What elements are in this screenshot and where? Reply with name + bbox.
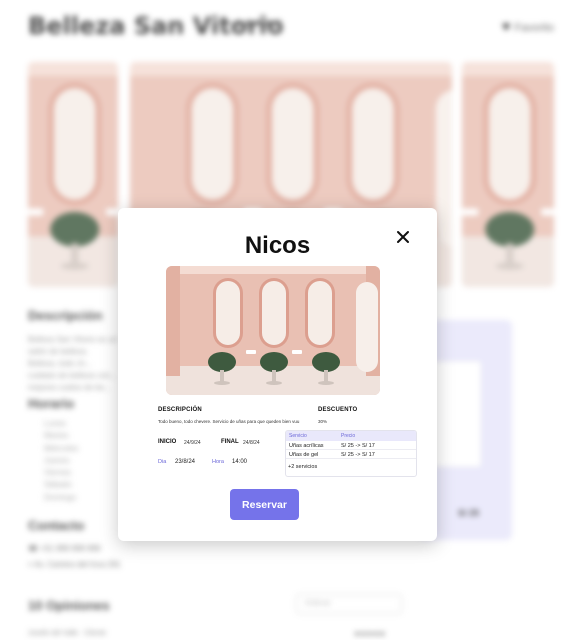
service-name: Uñas acrílicas bbox=[289, 442, 324, 449]
promotion-image bbox=[166, 266, 380, 395]
hour-label: Hora bbox=[212, 459, 224, 465]
discount-label: DESCUENTO bbox=[318, 407, 358, 413]
modal-title: Nicos bbox=[244, 232, 311, 259]
day-value: 23/8/24 bbox=[175, 459, 196, 465]
description-text: Todo bueno, todo chevere. Servicio de uñ… bbox=[158, 419, 300, 424]
discount-value: 30% bbox=[318, 419, 328, 424]
column-header-price: Precio bbox=[341, 433, 356, 439]
table-row: Uñas acrílicas S/ 25 -> S/ 17 bbox=[286, 441, 416, 450]
description-label: DESCRIPCIÓN bbox=[158, 407, 202, 413]
promotion-modal: Nicos DESCRIPCIÓN Todo bueno, todo cheve… bbox=[118, 208, 437, 541]
column-header-service: Servicio bbox=[289, 433, 307, 439]
end-date: 24/8/24 bbox=[243, 440, 260, 446]
services-table-header: Servicio Precio bbox=[286, 431, 416, 441]
hour-value: 14:00 bbox=[232, 459, 248, 465]
table-row: Uñas de gel S/ 25 -> S/ 17 bbox=[286, 450, 416, 459]
day-label: Dia bbox=[158, 459, 167, 465]
close-icon[interactable] bbox=[394, 228, 412, 246]
service-price: S/ 25 -> S/ 17 bbox=[341, 451, 375, 458]
end-label: FINAL bbox=[221, 439, 239, 445]
reserve-button[interactable]: Reservar bbox=[230, 489, 299, 520]
services-table: Servicio Precio Uñas acrílicas S/ 25 -> … bbox=[285, 430, 417, 477]
start-label: INICIO bbox=[158, 439, 177, 445]
more-services-link[interactable]: +2 servicios bbox=[288, 464, 317, 470]
service-name: Uñas de gel bbox=[289, 451, 319, 458]
service-price: S/ 25 -> S/ 17 bbox=[341, 442, 375, 449]
start-date: 24/9/24 bbox=[184, 440, 201, 446]
